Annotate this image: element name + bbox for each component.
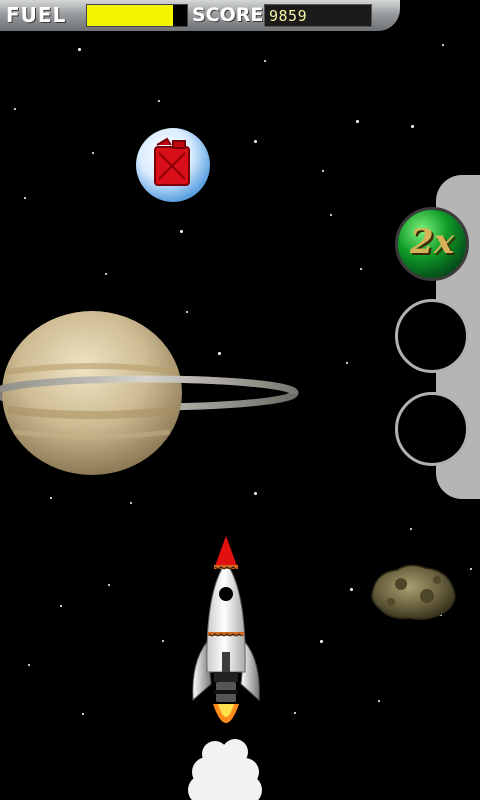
- star: [24, 197, 26, 199]
- star: [350, 588, 353, 591]
- star: [130, 502, 132, 504]
- fuel-gauge-fill: [87, 5, 173, 26]
- star: [346, 362, 348, 364]
- score-value: 9859: [269, 7, 308, 25]
- star: [294, 712, 296, 714]
- star: [410, 528, 412, 530]
- powerup-slot-multiplier[interactable]: 2x: [395, 207, 469, 281]
- fuel-gauge: [86, 4, 188, 27]
- star: [50, 497, 52, 499]
- powerup-slot-empty[interactable]: [395, 299, 469, 373]
- star: [92, 152, 94, 154]
- star: [158, 100, 160, 102]
- star: [186, 311, 188, 313]
- star: [105, 273, 107, 275]
- star: [60, 605, 62, 607]
- star: [108, 584, 110, 586]
- rocket-icon[interactable]: [181, 532, 271, 800]
- star: [411, 125, 414, 128]
- fuel-label: FUEL: [6, 3, 67, 27]
- star: [78, 48, 81, 51]
- star: [14, 108, 16, 110]
- hud-bar: FUEL SCORE 9859: [0, 0, 400, 31]
- star: [442, 44, 444, 46]
- star: [162, 640, 164, 642]
- star: [322, 170, 324, 172]
- fuel-can-bubble-icon[interactable]: [133, 125, 213, 205]
- star: [378, 700, 380, 702]
- star: [264, 60, 266, 62]
- score-display: 9859: [264, 4, 372, 27]
- star: [28, 664, 30, 666]
- star: [330, 214, 332, 216]
- score-label: SCORE: [192, 4, 264, 26]
- star: [356, 120, 359, 123]
- asteroid-icon: [371, 564, 456, 620]
- star: [180, 230, 183, 233]
- star: [82, 713, 84, 715]
- star: [16, 420, 18, 422]
- star: [218, 352, 221, 355]
- star: [254, 140, 257, 143]
- star: [360, 268, 362, 270]
- star: [254, 492, 257, 495]
- star: [470, 568, 472, 570]
- score-multiplier-icon: 2x: [410, 222, 454, 262]
- powerup-slot-empty[interactable]: [395, 392, 469, 466]
- star: [320, 640, 323, 643]
